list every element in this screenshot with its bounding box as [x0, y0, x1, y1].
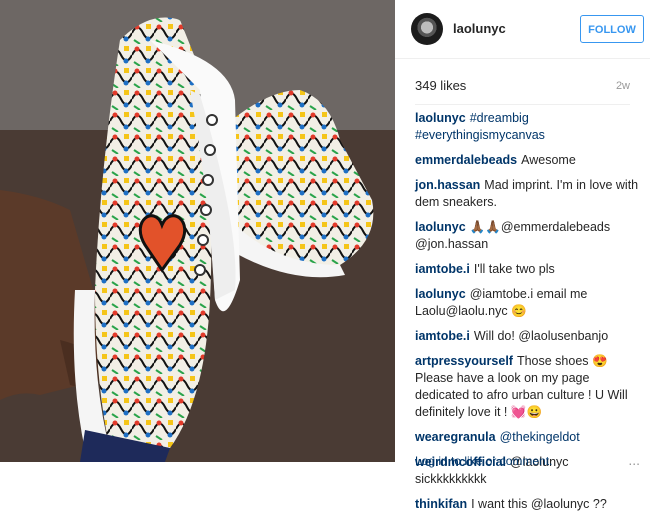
follow-button[interactable]: FOLLOW: [580, 15, 644, 43]
comment-item: laolunyc @iamtobe.i email me Laolu@laolu.…: [415, 286, 643, 320]
divider: [415, 104, 630, 105]
post-age: 2w: [615, 80, 630, 92]
comment-item: laolunyc 🙏🏾🙏🏾@emmerdalebeads @jon.hassan: [415, 219, 643, 253]
comment-text: I want this @laolunyc ??: [471, 497, 607, 511]
comment-text: Awesome: [521, 153, 576, 167]
comment-item: laolunyc #dreambig #everythingismycanvas: [415, 110, 643, 144]
avatar[interactable]: [411, 13, 443, 45]
comment-item: wearegranula @thekingeldot: [415, 429, 643, 446]
post-username[interactable]: laolunyc: [453, 21, 506, 36]
post-sidebar: laolunyc FOLLOW 349 likes 2w laolunyc #dr…: [395, 0, 650, 511]
comment-username[interactable]: iamtobe.i: [415, 329, 470, 343]
comment-item: iamtobe.i Will do! @laolusenbanjo: [415, 328, 643, 345]
sneakers-image: [0, 0, 395, 462]
comment-text[interactable]: @thekingeldot: [500, 430, 580, 444]
post-header: laolunyc FOLLOW: [395, 0, 650, 59]
comment-item: emmerdalebeads Awesome: [415, 152, 643, 169]
comment-username[interactable]: emmerdalebeads: [415, 153, 517, 167]
comment-username[interactable]: thinkifan: [415, 497, 467, 511]
login-link[interactable]: Log in to like or comment.: [415, 454, 552, 468]
comment-item: artpressyourself Those shoes 😍 Please hav…: [415, 353, 643, 421]
post-photo[interactable]: [0, 0, 395, 462]
comment-username[interactable]: laolunyc: [415, 220, 466, 234]
comment-username[interactable]: wearegranula: [415, 430, 496, 444]
comment-item: iamtobe.i I'll take two pls: [415, 261, 643, 278]
comment-text: Will do! @laolusenbanjo: [473, 329, 609, 343]
comment-username[interactable]: laolunyc: [415, 111, 466, 125]
comment-item: jon.hassan Mad imprint. I'm in love with …: [415, 177, 643, 211]
more-options-button[interactable]: ...: [628, 452, 640, 468]
likes-count[interactable]: 349 likes: [415, 78, 466, 93]
comment-item: thinkifan I want this @laolunyc ??: [415, 496, 643, 513]
comment-text: I'll take two pls: [473, 262, 555, 276]
comment-username[interactable]: iamtobe.i: [415, 262, 470, 276]
comment-username[interactable]: laolunyc: [415, 287, 466, 301]
comment-username[interactable]: artpressyourself: [415, 354, 513, 368]
comment-username[interactable]: jon.hassan: [415, 178, 480, 192]
